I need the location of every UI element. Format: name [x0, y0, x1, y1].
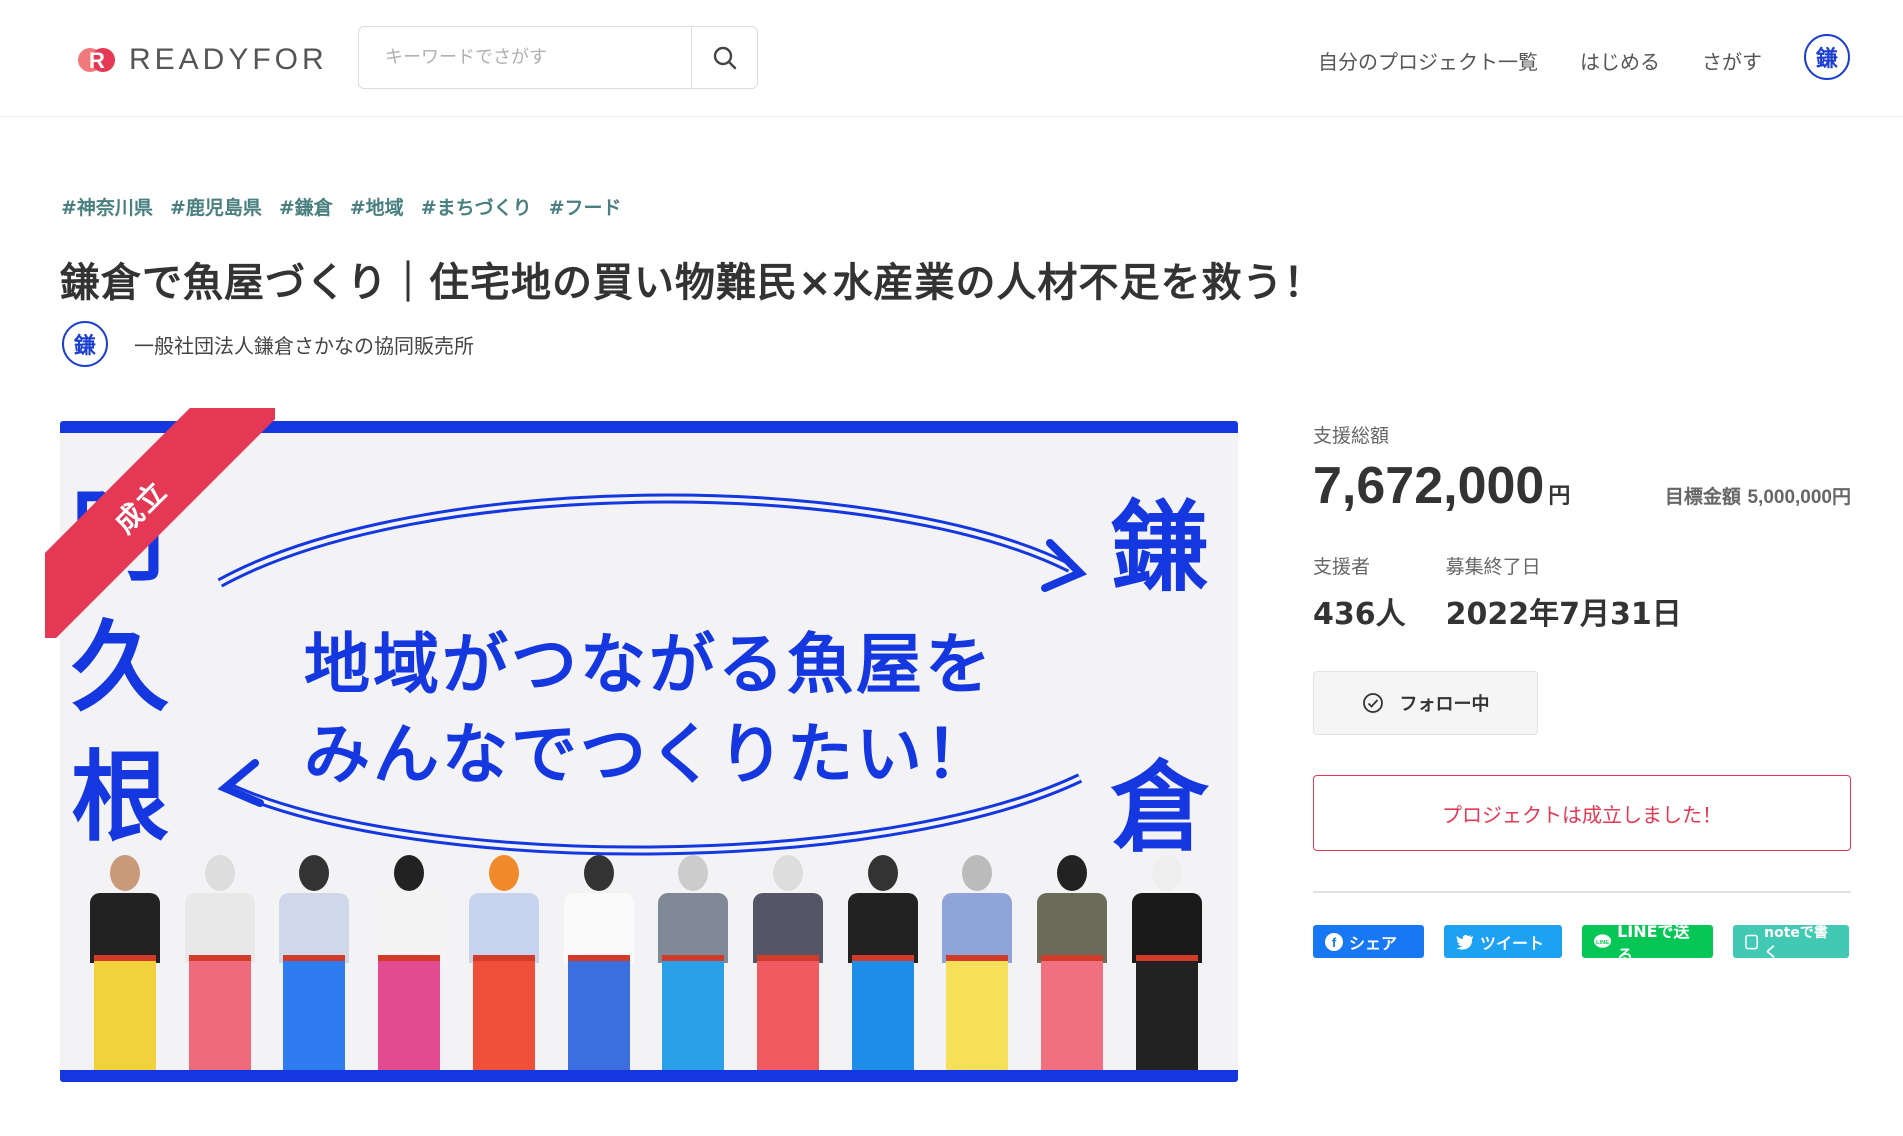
total-label: 支援総額 [1313, 425, 1390, 447]
user-avatar-glyph: 鎌 [1815, 47, 1838, 72]
supporters-label: 支援者 [1313, 556, 1371, 578]
note-icon [1745, 934, 1758, 949]
total-unit: 円 [1548, 484, 1571, 509]
success-ribbon-label: 成立 [108, 474, 174, 540]
project-tags: #神奈川県 #鹿児島県 #鎌倉 #地域 #まちづくり #フード [61, 193, 622, 220]
search-button[interactable] [691, 27, 757, 88]
hero-person [838, 855, 926, 1070]
project-owner[interactable]: 鎌 一般社団法人鎌倉さかなの協同販売所 [62, 321, 474, 367]
svg-text:LINE: LINE [1596, 939, 1609, 945]
tag-link[interactable]: #神奈川県 [61, 193, 153, 220]
goal-amount: 目標金額 5,000,000円 [1665, 482, 1851, 509]
site-header: R READYFOR 自分のプロジェクト一覧 はじめる さがす 鎌 [0, 0, 1903, 117]
header-nav: 自分のプロジェクト一覧 はじめる さがす 鎌 [1318, 34, 1903, 80]
hero-person [175, 855, 263, 1070]
readyfor-logo-icon: R [78, 48, 115, 73]
hero-headline-2: みんなでつくりたい！ [304, 716, 994, 793]
hero-person [1027, 855, 1115, 1070]
hero-right-char: 鎌 [1110, 491, 1209, 605]
stats-row: 支援者 436人 募集終了日 2022年7月31日 [1313, 552, 1851, 633]
hero-people-group [80, 855, 1210, 1070]
hero-person [80, 855, 168, 1070]
check-circle-icon [1362, 693, 1383, 713]
tag-link[interactable]: #まちづくり [421, 193, 532, 220]
owner-name[interactable]: 一般社団法人鎌倉さかなの協同販売所 [134, 330, 474, 359]
total-amount: 7,672,000 [1313, 457, 1545, 515]
tag-link[interactable]: #地域 [350, 193, 404, 220]
nav-my-projects[interactable]: 自分のプロジェクト一覧 [1318, 46, 1538, 75]
facebook-icon: f [1325, 932, 1343, 951]
svg-text:R: R [89, 48, 105, 73]
twitter-share-label: ツイート [1480, 933, 1545, 953]
line-icon: LINE [1594, 933, 1612, 948]
hero-person [1122, 855, 1210, 1070]
tag-link[interactable]: #鹿児島県 [170, 193, 262, 220]
goal-value: 5,000,000円 [1747, 487, 1851, 508]
hero-person [743, 855, 831, 1070]
funding-panel: 支援総額 7,672,000 円 目標金額 5,000,000円 支援者 436人… [1313, 421, 1851, 965]
success-ribbon: 成立 [45, 408, 275, 638]
twitter-icon [1456, 934, 1473, 950]
hero-person [932, 855, 1020, 1070]
note-share-label: noteで書く [1764, 924, 1828, 961]
search-icon [713, 46, 736, 69]
supporters-stat: 支援者 436人 [1313, 552, 1406, 633]
hero-person [648, 855, 736, 1070]
readyfor-logo[interactable]: R READYFOR [77, 42, 328, 78]
svg-text:f: f [1332, 935, 1337, 950]
logo-text: READYFOR [129, 43, 328, 76]
supporters-value: 436人 [1313, 597, 1406, 632]
end-date-stat: 募集終了日 2022年7月31日 [1446, 552, 1682, 633]
twitter-share-button[interactable]: ツイート [1444, 925, 1562, 958]
hero-person [459, 855, 547, 1070]
owner-avatar-glyph: 鎌 [73, 334, 96, 359]
hero-person [269, 855, 357, 1070]
user-avatar[interactable]: 鎌 [1804, 34, 1850, 80]
nav-search[interactable]: さがす [1702, 46, 1762, 75]
search-box [358, 26, 758, 89]
success-message: プロジェクトは成立しました！ [1313, 775, 1851, 851]
hero-person [554, 855, 642, 1070]
project-title: 鎌倉で魚屋づくり｜住宅地の買い物難民×水産業の人材不足を救う！ [60, 260, 1325, 306]
line-share-button[interactable]: LINE LINEで送る [1582, 922, 1713, 965]
end-date-value: 2022年7月31日 [1445, 597, 1682, 632]
search-input[interactable] [359, 27, 691, 88]
end-date-label: 募集終了日 [1445, 556, 1541, 578]
facebook-share-button[interactable]: f シェア [1313, 925, 1424, 958]
share-buttons: f シェア ツイート LINE LINEで送る noteで書く [1313, 922, 1851, 965]
facebook-share-label: シェア [1349, 933, 1398, 953]
follow-button[interactable]: フォロー中 [1313, 671, 1538, 735]
follow-button-label: フォロー中 [1399, 694, 1490, 715]
hero-person [364, 855, 452, 1070]
divider [1313, 891, 1851, 893]
goal-label: 目標金額 [1664, 486, 1741, 508]
tag-link[interactable]: #鎌倉 [279, 193, 333, 220]
owner-avatar[interactable]: 鎌 [62, 321, 108, 367]
nav-start[interactable]: はじめる [1580, 46, 1660, 75]
note-share-button[interactable]: noteで書く [1733, 925, 1849, 961]
line-share-label: LINEで送る [1617, 921, 1690, 965]
tag-link[interactable]: #フード [549, 193, 622, 220]
